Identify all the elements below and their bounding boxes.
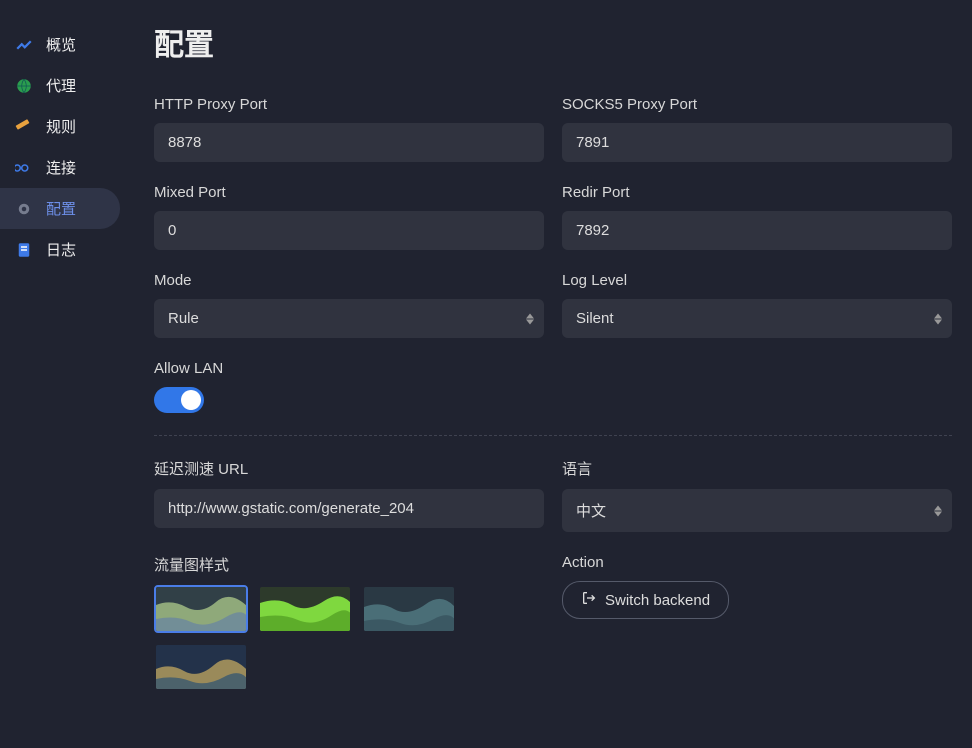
sidebar: 概览 代理 规则 连接 配置 日志 xyxy=(0,0,120,748)
field-mode: Mode Rule xyxy=(154,272,544,338)
field-label: 流量图样式 xyxy=(154,554,544,575)
mixed-port-input[interactable] xyxy=(154,211,544,250)
sidebar-item-logs[interactable]: 日志 xyxy=(0,229,120,270)
sidebar-item-rules[interactable]: 规则 xyxy=(0,106,120,147)
field-mixed-port: Mixed Port xyxy=(154,184,544,250)
field-label: Redir Port xyxy=(562,184,952,201)
sidebar-item-connections[interactable]: 连接 xyxy=(0,147,120,188)
field-label: Action xyxy=(562,554,952,571)
field-label: 延迟测速 URL xyxy=(154,458,544,479)
field-action: Action Switch backend xyxy=(562,554,952,691)
main-content: 配置 HTTP Proxy Port SOCKS5 Proxy Port Mix… xyxy=(120,0,972,748)
field-label: SOCKS5 Proxy Port xyxy=(562,96,952,113)
field-redir-port: Redir Port xyxy=(562,184,952,250)
sidebar-item-overview[interactable]: 概览 xyxy=(0,24,120,65)
switch-backend-button[interactable]: Switch backend xyxy=(562,581,729,619)
field-socks5-proxy-port: SOCKS5 Proxy Port xyxy=(562,96,952,162)
socks5-proxy-port-input[interactable] xyxy=(562,123,952,162)
field-log-level: Log Level Silent xyxy=(562,272,952,338)
sidebar-item-label: 日志 xyxy=(46,239,76,260)
log-level-select[interactable]: Silent xyxy=(562,299,952,338)
field-label: HTTP Proxy Port xyxy=(154,96,544,113)
field-http-proxy-port: HTTP Proxy Port xyxy=(154,96,544,162)
latency-url-input[interactable] xyxy=(154,489,544,528)
field-allow-lan: Allow LAN xyxy=(154,360,952,413)
field-chart-style: 流量图样式 xyxy=(154,554,544,691)
field-label: 语言 xyxy=(562,458,952,479)
ruler-icon xyxy=(14,117,34,137)
field-latency-url: 延迟测速 URL xyxy=(154,458,544,532)
page-title: 配置 xyxy=(154,20,952,64)
divider xyxy=(154,435,952,436)
redir-port-input[interactable] xyxy=(562,211,952,250)
http-proxy-port-input[interactable] xyxy=(154,123,544,162)
chart-style-option-4[interactable] xyxy=(154,643,248,691)
language-select[interactable]: 中文 xyxy=(562,489,952,532)
sidebar-item-label: 连接 xyxy=(46,157,76,178)
sidebar-item-label: 概览 xyxy=(46,34,76,55)
field-label: Allow LAN xyxy=(154,360,952,377)
chart-style-option-1[interactable] xyxy=(154,585,248,633)
gear-icon xyxy=(14,199,34,219)
sidebar-item-config[interactable]: 配置 xyxy=(0,188,120,229)
mode-select[interactable]: Rule xyxy=(154,299,544,338)
sidebar-item-label: 规则 xyxy=(46,116,76,137)
sidebar-item-label: 代理 xyxy=(46,75,76,96)
field-label: Mixed Port xyxy=(154,184,544,201)
file-icon xyxy=(14,240,34,260)
globe-icon xyxy=(14,76,34,96)
link-icon xyxy=(14,158,34,178)
field-label: Log Level xyxy=(562,272,952,289)
chart-style-option-3[interactable] xyxy=(362,585,456,633)
logout-icon xyxy=(581,590,597,610)
toggle-knob xyxy=(181,390,201,410)
field-language: 语言 中文 xyxy=(562,458,952,532)
chart-style-option-2[interactable] xyxy=(258,585,352,633)
allow-lan-toggle[interactable] xyxy=(154,387,204,413)
field-label: Mode xyxy=(154,272,544,289)
chart-icon xyxy=(14,35,34,55)
button-label: Switch backend xyxy=(605,592,710,609)
sidebar-item-label: 配置 xyxy=(46,198,76,219)
sidebar-item-proxy[interactable]: 代理 xyxy=(0,65,120,106)
